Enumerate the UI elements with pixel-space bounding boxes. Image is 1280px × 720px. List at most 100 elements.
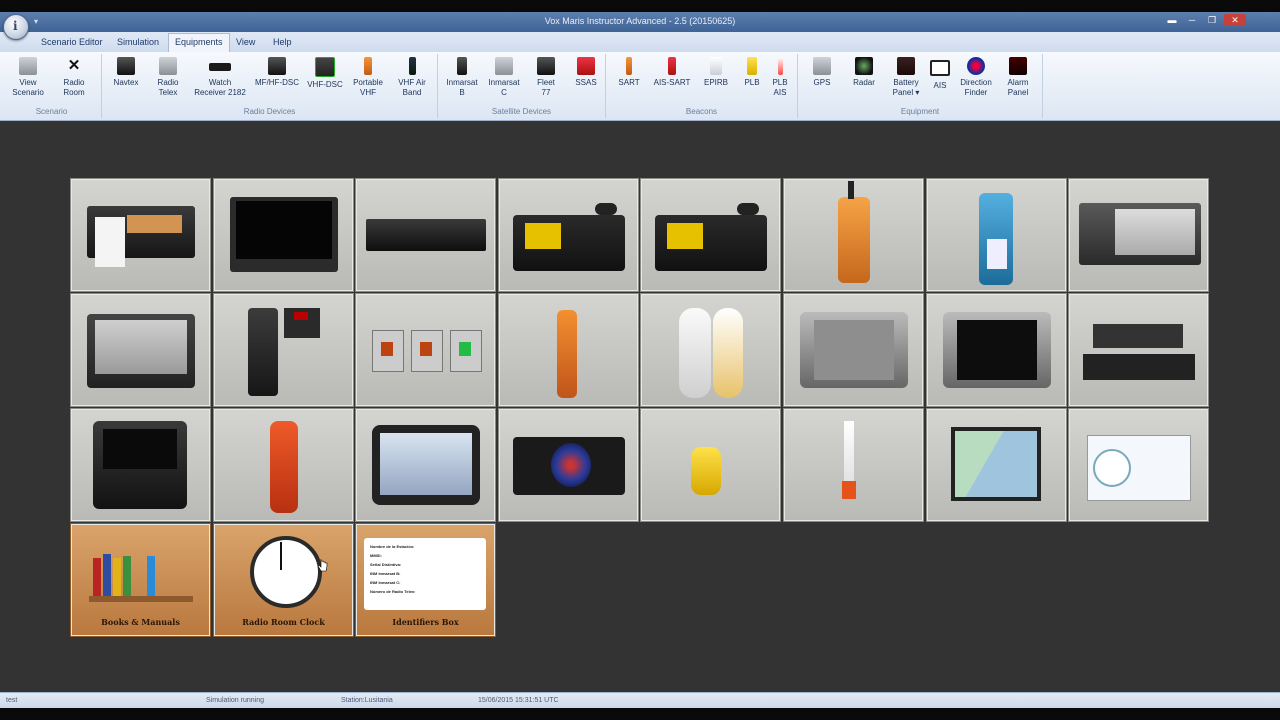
vhf-dsc-tile[interactable] <box>640 178 781 292</box>
plb-ais-icon <box>777 57 783 75</box>
direction-finder-tile[interactable] <box>640 408 781 522</box>
inmarsat-c-button[interactable]: Inmarsat C <box>484 57 524 98</box>
map-display <box>955 431 1037 497</box>
portable-vhf-button[interactable]: Portable VHF <box>348 57 388 98</box>
radio-telex-tile[interactable] <box>213 178 354 292</box>
gps-tile[interactable] <box>70 408 211 522</box>
chart-map-tile[interactable] <box>926 408 1067 522</box>
watch-receiver-tile[interactable] <box>355 178 496 292</box>
button-label: Fleet <box>537 78 555 87</box>
ais-sart-tile[interactable] <box>640 293 781 407</box>
identifiers-box-tile[interactable]: Nombre de la Estación: MMSI: Señal Disti… <box>355 523 496 637</box>
portable-vhf-tile[interactable] <box>783 178 924 292</box>
menu-bar: Scenario Editor Simulation Equipments Vi… <box>0 32 1280 52</box>
handset <box>595 203 617 215</box>
alarm-panel-tile[interactable] <box>783 408 924 522</box>
ais-sart-button[interactable]: AIS-SART <box>651 57 693 88</box>
radio-room-clock-tile[interactable]: Radio Room Clock <box>213 523 354 637</box>
ais-sart-device <box>679 308 711 398</box>
inmarsat-screen <box>1115 209 1195 255</box>
group-title: Scenario <box>35 107 68 116</box>
inmarsat-b-button[interactable]: Inmarsat B <box>442 57 482 98</box>
minimize-window-icon[interactable]: ─ <box>1184 14 1200 26</box>
menu-scenario-editor[interactable]: Scenario Editor <box>35 34 109 50</box>
battery-panel-tile[interactable] <box>355 408 496 522</box>
gps-icon <box>813 57 831 75</box>
watch-receiver-button[interactable]: Watch Receiver 2182 <box>190 57 250 98</box>
inmarsat-b-tile[interactable] <box>1068 178 1209 292</box>
restore-window-icon[interactable]: ❐ <box>1204 14 1220 26</box>
ssas-green-button <box>459 342 471 356</box>
button-label: Inmarsat <box>488 78 520 87</box>
vhf-dsc-button[interactable]: VHF-DSC <box>304 57 346 90</box>
close-window-icon[interactable]: ✕ <box>1224 14 1246 26</box>
navtex-button[interactable]: Navtex <box>106 57 146 88</box>
radio-telex-button[interactable]: Radio Telex <box>148 57 188 98</box>
vhf-dsc-icon <box>315 57 335 77</box>
dsc-display <box>525 223 561 249</box>
fleet-77-tile[interactable] <box>213 293 354 407</box>
status-user: test <box>6 697 18 704</box>
label-sticker <box>987 239 1007 269</box>
plb-tile[interactable] <box>926 293 1067 407</box>
battery-panel-icon <box>897 57 915 75</box>
radio-room-desk: Books & Manuals Radio Room Clock Nombre … <box>0 121 1280 692</box>
watch-receiver-icon <box>209 63 231 71</box>
menu-view[interactable]: View <box>230 34 261 50</box>
plb-ais-tile[interactable] <box>1068 293 1209 407</box>
mf-hf-dsc-button[interactable]: MF/HF-DSC <box>252 57 302 88</box>
navigation-gauge <box>1093 449 1131 487</box>
identifier-line: INM Inmarsat C: <box>370 580 401 585</box>
radar-button[interactable]: Radar <box>844 57 884 88</box>
radio-room-button[interactable]: ✕ Radio Room <box>54 57 94 98</box>
inmarsat-c-tile[interactable] <box>70 293 211 407</box>
inmarsat-b-icon <box>457 57 467 75</box>
button-label: Radio <box>63 78 85 87</box>
fleet-77-icon <box>537 57 555 75</box>
fleet-77-button[interactable]: Fleet 77 <box>526 57 566 98</box>
menu-simulation[interactable]: Simulation <box>111 34 165 50</box>
mf-hf-dsc-icon <box>268 57 286 75</box>
vhf-air-band-icon <box>408 57 416 75</box>
books-manuals-tile[interactable]: Books & Manuals <box>70 523 211 637</box>
watch-receiver-device <box>366 219 486 251</box>
application-menu-button[interactable]: i <box>3 14 29 40</box>
vhf-air-band-tile[interactable] <box>926 178 1067 292</box>
epirb-screen <box>814 320 894 380</box>
gps-button[interactable]: GPS <box>802 57 842 88</box>
battery-panel-screen <box>380 433 472 495</box>
radar-beacon <box>270 421 298 513</box>
ssas-tile[interactable] <box>355 293 496 407</box>
button-label: Navtex <box>113 78 139 87</box>
navigation-data-tile[interactable] <box>1068 408 1209 522</box>
status-station: Station:Lusitania <box>341 697 393 704</box>
navtex-tile[interactable] <box>70 178 211 292</box>
ssas-red-button <box>420 342 432 356</box>
book-red <box>93 558 101 596</box>
minimize-ribbon-icon[interactable]: ▬ <box>1164 14 1180 26</box>
sart-button[interactable]: SART <box>609 57 649 88</box>
inmarsat-c-icon <box>495 57 513 75</box>
menu-equipments[interactable]: Equipments <box>168 33 230 52</box>
button-label: Band <box>402 88 422 97</box>
ais-tile[interactable] <box>498 408 639 522</box>
sart-tile[interactable] <box>498 293 639 407</box>
button-label: View <box>19 78 37 87</box>
radar-tile[interactable] <box>213 408 354 522</box>
vhf-air-band-button[interactable]: VHF Air Band <box>392 57 432 98</box>
view-scenario-button[interactable]: View Scenario <box>8 57 48 98</box>
direction-finder-button[interactable]: Direction Finder <box>954 57 998 98</box>
ais-sart-icon <box>668 57 676 75</box>
plb-screen <box>957 320 1037 380</box>
group-title: Radio Devices <box>243 107 296 116</box>
direction-finder-device <box>691 447 721 495</box>
ssas-button[interactable]: SSAS <box>566 57 606 88</box>
mf-hf-dsc-tile[interactable] <box>498 178 639 292</box>
menu-help[interactable]: Help <box>267 34 298 50</box>
button-label: Alarm <box>1007 78 1029 87</box>
epirb-button[interactable]: EPIRB <box>696 57 736 88</box>
alarm-panel-button[interactable]: Alarm Panel <box>998 57 1038 98</box>
button-label: VHF Air <box>398 78 426 87</box>
plb-ais-button[interactable]: PLB AIS <box>760 57 800 98</box>
epirb-tile[interactable] <box>783 293 924 407</box>
